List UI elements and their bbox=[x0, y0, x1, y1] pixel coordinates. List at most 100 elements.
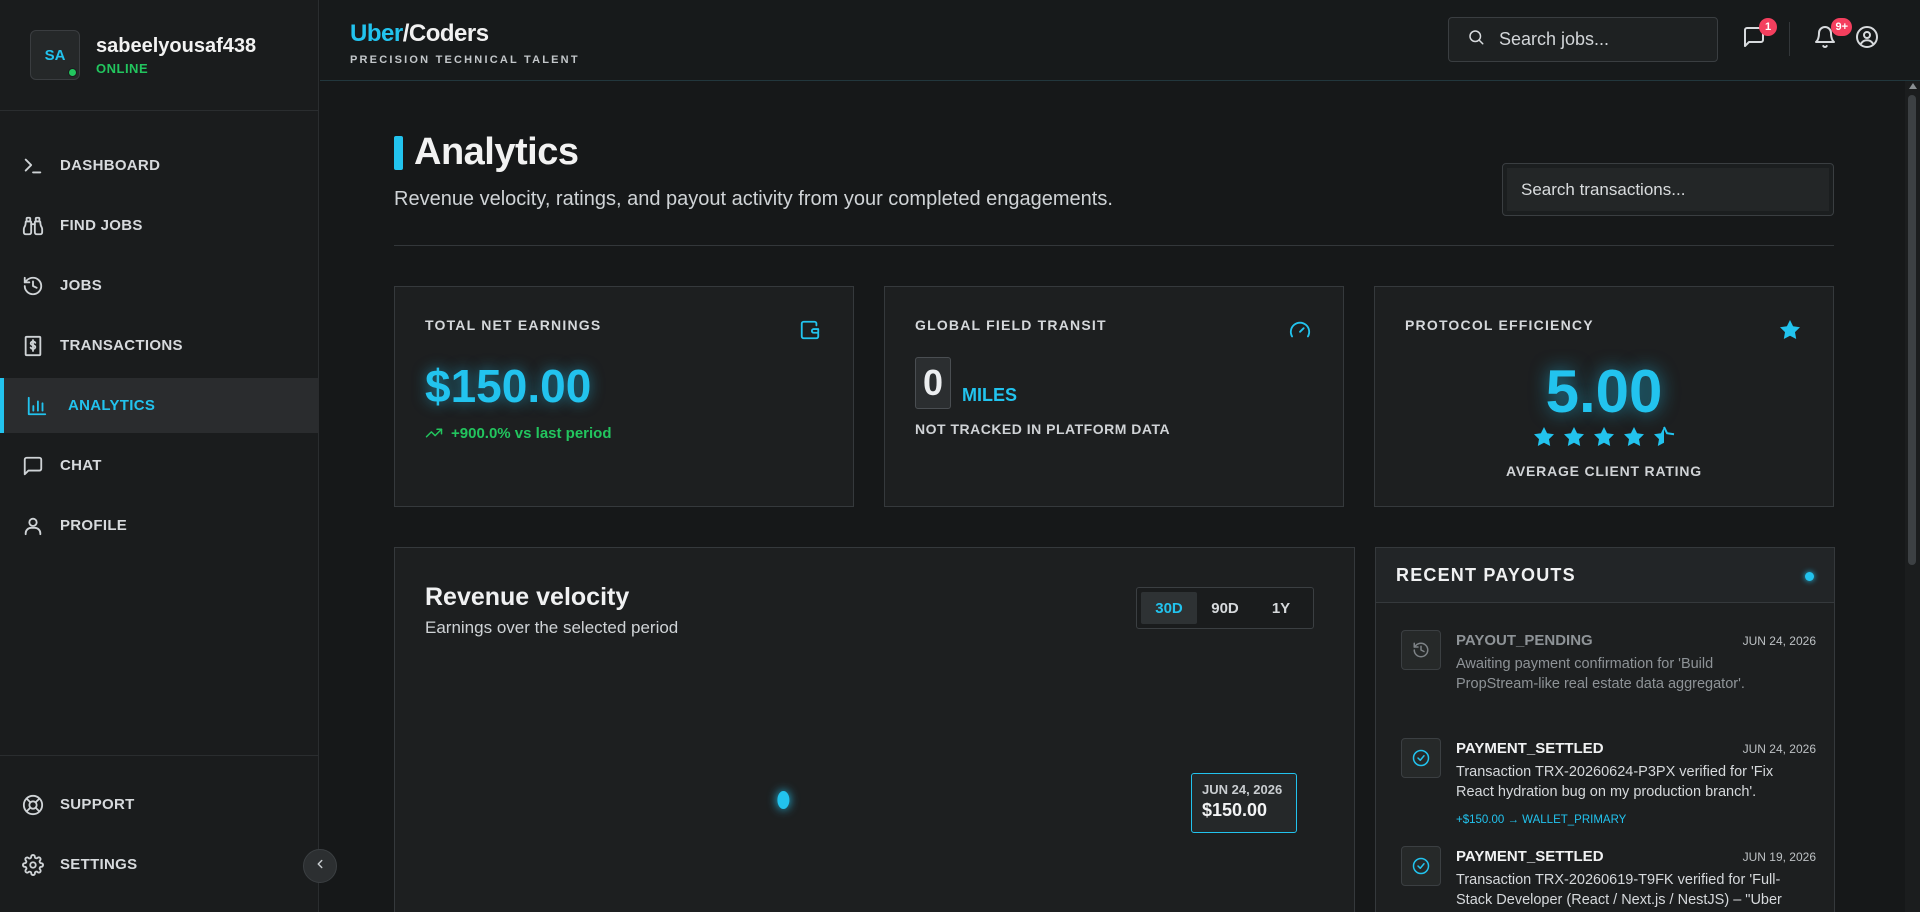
star-icon bbox=[1594, 427, 1614, 447]
terminal-icon bbox=[20, 153, 46, 179]
payout-description: Transaction TRX-20260624-P3PX verified f… bbox=[1456, 764, 1774, 800]
logo: Uber/Coders bbox=[350, 20, 580, 48]
live-indicator bbox=[1805, 572, 1814, 581]
avatar[interactable]: SA bbox=[30, 30, 80, 80]
card-label: TOTAL NET EARNINGS bbox=[425, 317, 602, 333]
header-separator bbox=[1789, 22, 1790, 56]
notifications-button[interactable]: 9+ bbox=[1810, 18, 1852, 54]
sidebar-divider bbox=[0, 110, 319, 111]
sidebar-bottom-nav: SUPPORT SETTINGS bbox=[0, 777, 319, 897]
range-90d-button[interactable]: 90D bbox=[1197, 592, 1253, 624]
rating-stars bbox=[1375, 425, 1833, 449]
sidebar-nav: DASHBOARD FIND JOBS JOBS TRANSACTIONS AN… bbox=[0, 138, 319, 558]
sidebar-item-chat[interactable]: CHAT bbox=[0, 438, 319, 493]
transit-note: NOT TRACKED IN PLATFORM DATA bbox=[915, 421, 1171, 437]
chart-tooltip: JUN 24, 2026 $150.00 bbox=[1191, 773, 1297, 833]
payout-description: Transaction TRX-20260619-T9FK verified f… bbox=[1456, 872, 1782, 908]
history-icon bbox=[1401, 630, 1441, 670]
tooltip-date: JUN 24, 2026 bbox=[1202, 782, 1283, 797]
sidebar: SA sabeelyousaf438 ONLINE DASHBOARD FIND… bbox=[0, 0, 319, 912]
account-button[interactable] bbox=[1852, 24, 1882, 54]
sidebar-item-label: JOBS bbox=[60, 277, 103, 294]
main-content: Analytics Revenue velocity, ratings, and… bbox=[320, 81, 1900, 912]
rating-note: AVERAGE CLIENT RATING bbox=[1506, 463, 1702, 479]
payout-amount: +$150.00 → WALLET_PRIMARY bbox=[1456, 814, 1627, 826]
page-scrollbar[interactable] bbox=[1905, 81, 1920, 912]
check-circle-icon bbox=[1401, 846, 1441, 886]
star-icon bbox=[1624, 427, 1644, 447]
rating-value: 5.00 bbox=[1545, 358, 1663, 425]
sidebar-item-label: ANALYTICS bbox=[68, 397, 156, 414]
check-circle-icon bbox=[1401, 738, 1441, 778]
search-jobs-input[interactable] bbox=[1499, 29, 1699, 50]
sidebar-item-label: SUPPORT bbox=[60, 796, 135, 813]
sidebar-item-label: CHAT bbox=[60, 457, 102, 474]
user-profile-block[interactable]: SA sabeelyousaf438 ONLINE bbox=[30, 30, 256, 80]
trending-up-icon bbox=[425, 428, 443, 438]
payout-status: PAYMENT_SETTLED bbox=[1456, 740, 1604, 757]
global-field-transit-card: GLOBAL FIELD TRANSIT 0 MILES NOT TRACKED… bbox=[884, 286, 1344, 507]
sidebar-item-support[interactable]: SUPPORT bbox=[0, 777, 319, 832]
wallet-icon bbox=[797, 317, 823, 343]
miles-value: 0 bbox=[915, 357, 951, 409]
star-icon bbox=[1534, 427, 1554, 447]
payout-description: Awaiting payment confirmation for 'Build… bbox=[1456, 656, 1745, 692]
title-accent-bar bbox=[394, 135, 403, 170]
earnings-trend: +900.0% vs last period bbox=[425, 424, 612, 442]
revenue-velocity-card: Revenue velocity Earnings over the selec… bbox=[394, 547, 1355, 912]
username: sabeelyousaf438 bbox=[96, 34, 257, 57]
chat-icon bbox=[20, 453, 46, 479]
search-icon bbox=[1467, 28, 1485, 51]
bar-chart-icon bbox=[24, 393, 50, 419]
chart-title: Revenue velocity bbox=[425, 583, 630, 611]
total-net-earnings-card: TOTAL NET EARNINGS $150.00 +900.0% vs la… bbox=[394, 286, 854, 507]
chart-data-point[interactable] bbox=[777, 791, 790, 809]
payout-date: JUN 19, 2026 bbox=[1742, 850, 1816, 864]
receipt-dollar-icon bbox=[20, 333, 46, 359]
scroll-up-arrow-icon[interactable] bbox=[1909, 83, 1917, 89]
payouts-header: RECENT PAYOUTS bbox=[1376, 548, 1834, 603]
sidebar-divider-bottom bbox=[0, 755, 319, 756]
card-label: PROTOCOL EFFICIENCY bbox=[1405, 317, 1594, 333]
messages-badge: 1 bbox=[1759, 18, 1777, 36]
sidebar-item-label: TRANSACTIONS bbox=[60, 337, 183, 354]
tagline: PRECISION TECHNICAL TALENT bbox=[350, 54, 580, 66]
binoculars-icon bbox=[20, 213, 46, 239]
sidebar-item-jobs[interactable]: JOBS bbox=[0, 258, 319, 313]
search-transactions-input[interactable] bbox=[1507, 168, 1829, 211]
sidebar-item-settings[interactable]: SETTINGS bbox=[0, 837, 319, 892]
logo-part-uber: Uber bbox=[350, 20, 403, 47]
star-icon bbox=[1564, 427, 1584, 447]
search-transactions-box[interactable] bbox=[1502, 163, 1834, 216]
sidebar-item-label: DASHBOARD bbox=[60, 157, 161, 174]
sidebar-item-analytics[interactable]: ANALYTICS bbox=[0, 378, 319, 433]
sidebar-item-transactions[interactable]: TRANSACTIONS bbox=[0, 318, 319, 373]
range-1y-button[interactable]: 1Y bbox=[1253, 592, 1309, 624]
sidebar-item-label: SETTINGS bbox=[60, 856, 138, 873]
search-jobs-box[interactable] bbox=[1448, 17, 1718, 62]
sidebar-item-profile[interactable]: PROFILE bbox=[0, 498, 319, 553]
payout-date: JUN 24, 2026 bbox=[1742, 742, 1816, 756]
range-selector: 30D 90D 1Y bbox=[1136, 587, 1314, 629]
range-30d-button[interactable]: 30D bbox=[1141, 592, 1197, 624]
scroll-thumb[interactable] bbox=[1908, 95, 1916, 565]
sidebar-collapse-button[interactable] bbox=[303, 849, 337, 883]
gear-icon bbox=[20, 852, 46, 878]
chart-subtitle: Earnings over the selected period bbox=[425, 618, 679, 637]
avatar-initials: SA bbox=[44, 46, 66, 64]
messages-button[interactable]: 1 bbox=[1739, 18, 1777, 54]
user-circle-icon bbox=[1855, 25, 1879, 54]
sidebar-item-dashboard[interactable]: DASHBOARD bbox=[0, 138, 319, 193]
payouts-title: RECENT PAYOUTS bbox=[1396, 564, 1576, 585]
page-title-block: Analytics bbox=[394, 131, 579, 174]
page-subtitle: Revenue velocity, ratings, and payout ac… bbox=[394, 188, 1113, 210]
sidebar-item-find-jobs[interactable]: FIND JOBS bbox=[0, 198, 319, 253]
trend-text: +900.0% vs last period bbox=[451, 424, 612, 442]
top-header: Uber/Coders PRECISION TECHNICAL TALENT 1… bbox=[320, 0, 1920, 81]
sidebar-item-label: PROFILE bbox=[60, 517, 128, 534]
content-divider bbox=[394, 245, 1834, 246]
gauge-icon bbox=[1287, 317, 1313, 343]
brand[interactable]: Uber/Coders PRECISION TECHNICAL TALENT bbox=[350, 20, 580, 66]
card-label: GLOBAL FIELD TRANSIT bbox=[915, 317, 1107, 333]
payout-status: PAYMENT_SETTLED bbox=[1456, 848, 1604, 865]
